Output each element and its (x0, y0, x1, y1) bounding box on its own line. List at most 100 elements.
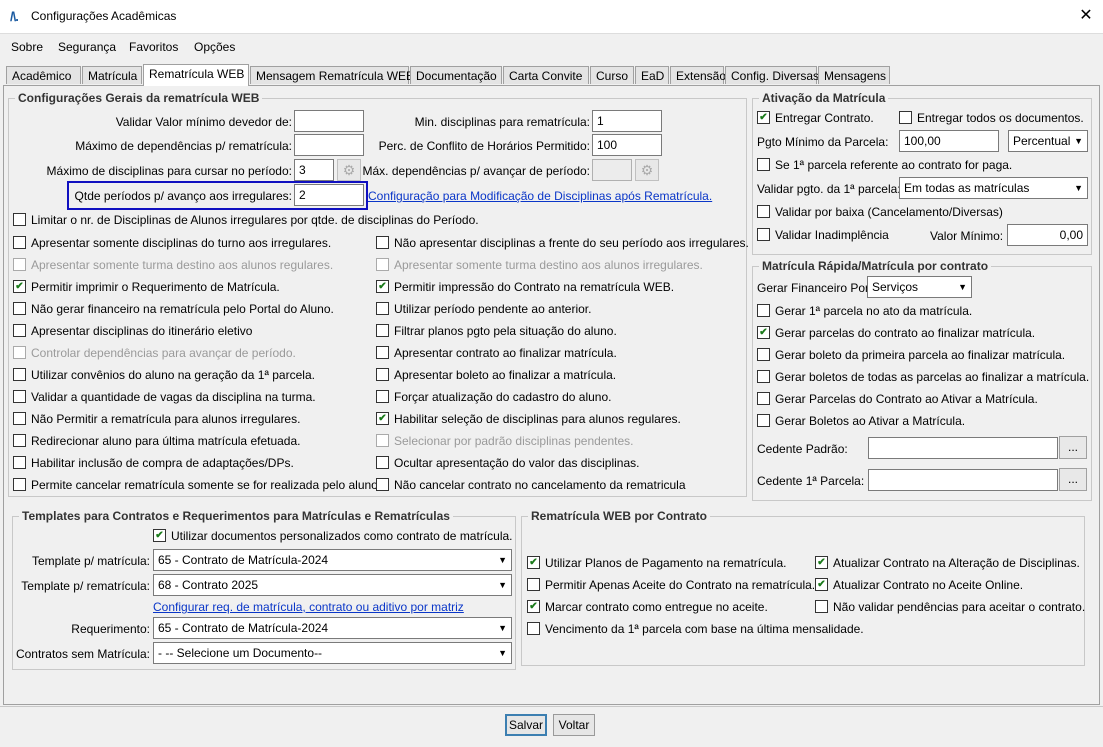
web-left-checkbox-1[interactable]: Permitir Apenas Aceite do Contrato na re… (527, 578, 815, 594)
utilizar-documentos-checkbox[interactable]: ✔ Utilizar documentos personalizados como… (153, 529, 513, 545)
se-primeira-parcela-checkbox[interactable]: Se 1ª parcela referente ao contrato for … (757, 158, 1012, 174)
geral-left-checkbox-0[interactable]: Apresentar somente disciplinas do turno … (13, 236, 331, 252)
select-value: Em todas as matrículas (904, 181, 1030, 195)
voltar-button[interactable]: Voltar (553, 714, 595, 736)
geral-left-checkbox-8[interactable]: Não Permitir a rematrícula para alunos i… (13, 412, 300, 428)
close-button[interactable]: ✕ (1073, 4, 1099, 28)
template-rematricula-select[interactable]: 68 - Contrato 2025 ▼ (153, 574, 512, 596)
geral-left-checkbox-3[interactable]: Não gerar financeiro na rematrícula pelo… (13, 302, 334, 318)
checkbox-box (757, 392, 770, 406)
tab-config-diversas[interactable]: Config. Diversas (725, 66, 819, 84)
web-left-checkbox-3[interactable]: Vencimento da 1ª parcela com base na últ… (527, 622, 864, 638)
cedente-padrao-input[interactable] (868, 437, 1058, 459)
geral-right-checkbox-5[interactable]: Apresentar contrato ao finalizar matrícu… (376, 346, 617, 362)
rapida-checkbox-2[interactable]: Gerar boleto da primeira parcela ao fina… (757, 348, 1065, 364)
geral-left-checkbox-10[interactable]: Habilitar inclusão de compra de adaptaçõ… (13, 456, 294, 472)
gerar-financeiro-select[interactable]: Serviços ▼ (867, 276, 972, 298)
rapida-checkbox-4[interactable]: Gerar Parcelas do Contrato ao Ativar a M… (757, 392, 1038, 408)
valor-minimo-ativacao-input[interactable]: 0,00 (1007, 224, 1088, 246)
web-left-checkbox-2[interactable]: ✔ Marcar contrato como entregue no aceite… (527, 600, 768, 616)
cedente-primeira-input[interactable] (868, 469, 1058, 491)
menu-favoritos[interactable]: Favoritos (129, 40, 178, 54)
config-modificacao-link[interactable]: Configuração para Modificação de Discipl… (368, 189, 712, 203)
web-right-checkbox-2[interactable]: Não validar pendências para aceitar o co… (815, 600, 1085, 616)
rapida-checkbox-5[interactable]: Gerar Boletos ao Ativar a Matrícula. (757, 414, 965, 430)
geral-right-checkbox-0[interactable]: Não apresentar disciplinas a frente do s… (376, 236, 749, 252)
rapida-checkbox-3[interactable]: Gerar boletos de todas as parcelas ao fi… (757, 370, 1089, 386)
valor-minimo-input[interactable] (294, 110, 364, 132)
geral-right-checkbox-4[interactable]: Filtrar planos pgto pela situação do alu… (376, 324, 617, 340)
tab-matricula[interactable]: Matrícula (82, 66, 142, 84)
validar-pgto-select[interactable]: Em todas as matrículas ▼ (899, 177, 1088, 199)
checkbox-box (376, 456, 389, 470)
geral-left-checkbox-9[interactable]: Redirecionar aluno para última matrícula… (13, 434, 300, 450)
tab-academico[interactable]: Acadêmico (6, 66, 81, 84)
requerimento-select[interactable]: 65 - Contrato de Matrícula-2024 ▼ (153, 617, 512, 639)
geral-left-checkbox-2[interactable]: ✔ Permitir imprimir o Requerimento de Mat… (13, 280, 280, 296)
cedente-primeira-browse-button[interactable]: ... (1059, 468, 1087, 491)
template-rematricula-label: Template p/ rematrícula: (21, 579, 150, 593)
tab-carta-convite[interactable]: Carta Convite (503, 66, 589, 84)
checkbox-box (376, 324, 389, 338)
entregar-todos-checkbox[interactable]: Entregar todos os documentos. (899, 111, 1084, 127)
geral-left-checkbox-11[interactable]: Permite cancelar rematrícula somente se … (13, 478, 381, 494)
title-bar: /\. Configurações Acadêmicas ✕ (0, 0, 1103, 34)
web-right-checkbox-0[interactable]: ✔ Atualizar Contrato na Alteração de Disc… (815, 556, 1080, 572)
rapida-checkbox-1[interactable]: ✔ Gerar parcelas do contrato ao finalizar… (757, 326, 1035, 342)
tab-curso[interactable]: Curso (590, 66, 634, 84)
geral-right-checkbox-10[interactable]: Ocultar apresentação do valor das discip… (376, 456, 639, 472)
checkbox-label: Apresentar somente turma destino aos alu… (394, 258, 703, 272)
perc-conflito-input[interactable]: 100 (592, 134, 662, 156)
tab-mensagem-rematricula-web[interactable]: Mensagem Rematrícula WEB (250, 66, 414, 84)
salvar-button[interactable]: Salvar (505, 714, 547, 736)
limitar-checkbox[interactable]: Limitar o nr. de Disciplinas de Alunos i… (13, 213, 479, 229)
validar-inadimplencia-checkbox[interactable]: Validar Inadimplência (757, 228, 889, 244)
cedente-padrao-browse-button[interactable]: ... (1059, 436, 1087, 459)
pgto-tipo-select[interactable]: Percentual ▼ (1008, 130, 1088, 152)
tab-extensao[interactable]: Extensão (670, 66, 726, 84)
geral-right-checkbox-3[interactable]: Utilizar período pendente ao anterior. (376, 302, 591, 318)
tab-rematricula-web[interactable]: Rematrícula WEB (143, 64, 249, 86)
chevron-down-icon: ▼ (958, 282, 967, 292)
web-right-checkbox-1[interactable]: ✔ Atualizar Contrato no Aceite Online. (815, 578, 1023, 594)
checkbox-label: Utilizar período pendente ao anterior. (394, 302, 592, 316)
rapida-checkbox-0[interactable]: Gerar 1ª parcela no ato da matrícula. (757, 304, 972, 320)
geral-right-checkbox-7[interactable]: Forçar atualização do cadastro do aluno. (376, 390, 611, 406)
pgto-minimo-input[interactable]: 100,00 (899, 130, 999, 152)
max-dep-avancar-input[interactable] (592, 159, 632, 181)
geral-right-checkbox-2[interactable]: ✔ Permitir impressão do Contrato na remat… (376, 280, 674, 296)
menu-seguranca[interactable]: Segurança (58, 40, 116, 54)
geral-left-checkbox-7[interactable]: Validar a quantidade de vagas da discipl… (13, 390, 316, 406)
geral-right-checkbox-6[interactable]: Apresentar boleto ao finalizar a matrícu… (376, 368, 616, 384)
menu-sobre[interactable]: Sobre (11, 40, 43, 54)
button-bar (0, 706, 1103, 747)
perc-conflito-label: Perc. de Conflito de Horários Permitido: (378, 139, 590, 153)
max-dependencias-input[interactable] (294, 134, 364, 156)
configurar-req-link[interactable]: Configurar req. de matrícula, contrato o… (153, 600, 464, 614)
max-disciplinas-input[interactable]: 3 (294, 159, 334, 181)
template-matricula-select[interactable]: 65 - Contrato de Matrícula-2024 ▼ (153, 549, 512, 571)
checkbox-label: Não cancelar contrato no cancelamento da… (394, 478, 686, 492)
cedente-padrao-label: Cedente Padrão: (757, 442, 848, 456)
tab-documentacao[interactable]: Documentação (410, 66, 502, 84)
select-value: 65 - Contrato de Matrícula-2024 (158, 621, 329, 635)
min-disciplinas-input[interactable]: 1 (592, 110, 662, 132)
geral-left-checkbox-4[interactable]: Apresentar disciplinas do itinerário ele… (13, 324, 252, 340)
geral-right-checkbox-1[interactable]: Apresentar somente turma destino aos alu… (376, 258, 703, 274)
qtde-periodos-input[interactable]: 2 (294, 184, 364, 206)
entregar-contrato-checkbox[interactable]: ✔ Entregar Contrato. (757, 111, 874, 127)
checkbox-label: Validar Inadimplência (775, 228, 889, 242)
geral-right-checkbox-11[interactable]: Não cancelar contrato no cancelamento da… (376, 478, 686, 494)
geral-right-checkbox-9[interactable]: Selecionar por padrão disciplinas penden… (376, 434, 634, 450)
geral-left-checkbox-1[interactable]: Apresentar somente turma destino aos alu… (13, 258, 333, 274)
tab-ead[interactable]: EaD (635, 66, 669, 84)
validar-baixa-checkbox[interactable]: Validar por baixa (Cancelamento/Diversas… (757, 205, 1003, 221)
geral-right-checkbox-8[interactable]: ✔ Habilitar seleção de disciplinas para a… (376, 412, 681, 428)
tab-mensagens[interactable]: Mensagens (818, 66, 890, 84)
contratos-sem-matricula-select[interactable]: - -- Selecione um Documento-- ▼ (153, 642, 512, 664)
geral-left-checkbox-6[interactable]: Utilizar convênios do aluno na geração d… (13, 368, 315, 384)
web-left-checkbox-0[interactable]: ✔ Utilizar Planos de Pagamento na rematrí… (527, 556, 786, 572)
menu-opcoes[interactable]: Opções (194, 40, 235, 54)
geral-left-checkbox-5[interactable]: Controlar dependências para avançar de p… (13, 346, 296, 362)
checkbox-box (13, 258, 26, 272)
